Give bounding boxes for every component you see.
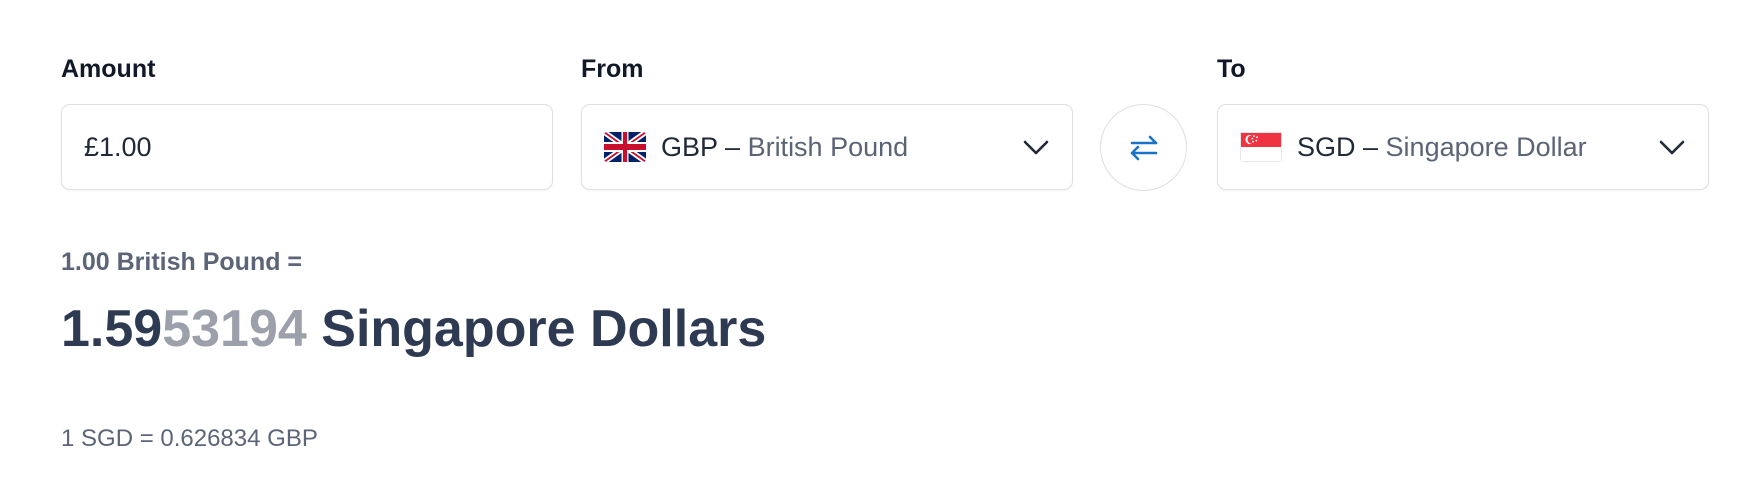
to-currency-separator: – — [1355, 131, 1386, 162]
chevron-down-icon — [1023, 140, 1049, 155]
swap-arrows-icon — [1130, 135, 1157, 160]
from-currency-select[interactable]: GBP – British Pound — [581, 104, 1073, 190]
from-currency-label: GBP – British Pound — [661, 132, 908, 163]
from-currency-separator: – — [717, 131, 748, 162]
conversion-result: 1.5953194 Singapore Dollars — [61, 303, 766, 355]
from-label: From — [581, 55, 644, 83]
to-currency-code: SGD — [1297, 131, 1356, 162]
inverse-rate-text: 1 SGD = 0.626834 GBP — [61, 425, 318, 452]
to-currency-name: Singapore Dollar — [1385, 131, 1587, 162]
from-currency-name: British Pound — [747, 131, 909, 162]
result-currency-name: Singapore Dollars — [306, 300, 767, 358]
conversion-source-text: 1.00 British Pound = — [61, 248, 303, 276]
result-value-significant: 1.59 — [61, 300, 163, 358]
from-currency-code: GBP — [661, 131, 718, 162]
chevron-down-icon — [1659, 140, 1685, 155]
uk-flag-icon — [604, 132, 646, 162]
result-value-extra-digits: 53194 — [162, 300, 307, 358]
amount-field[interactable] — [61, 104, 553, 190]
to-currency-label: SGD – Singapore Dollar — [1297, 132, 1587, 163]
amount-input[interactable] — [84, 131, 524, 163]
amount-label: Amount — [61, 55, 156, 83]
swap-currencies-button[interactable] — [1100, 104, 1187, 191]
to-label: To — [1217, 55, 1246, 83]
singapore-flag-icon — [1240, 132, 1282, 162]
to-currency-select[interactable]: SGD – Singapore Dollar — [1217, 104, 1709, 190]
